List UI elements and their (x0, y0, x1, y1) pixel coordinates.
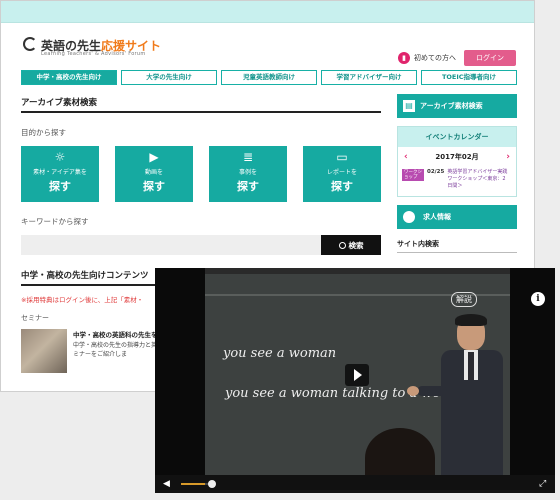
card-text: レポートを (326, 169, 357, 176)
first-time-link[interactable]: ▮ 初めての方へ (398, 52, 456, 64)
tab-junior-high-teachers[interactable]: 中学・高校の先生向け (21, 70, 117, 85)
search-icon (338, 241, 346, 249)
top-bar (1, 1, 534, 23)
purpose-label: 目的から探す (21, 128, 66, 137)
main-nav: 中学・高校の先生向け 大学の先生向け 児童英語教師向け 学習アドバイザー向け T… (21, 70, 517, 85)
play-icon[interactable] (345, 364, 369, 386)
info-button[interactable]: i (531, 292, 545, 306)
card-big: 探す (49, 180, 71, 193)
prev-month-button[interactable]: ‹ (404, 152, 408, 162)
volume-knob[interactable] (208, 480, 216, 488)
sidebar: ▤ アーカイブ素材検索 イベントカレンダー ‹ 2017年02月 › ワークショ… (397, 94, 517, 253)
calendar-month: 2017年02月 (435, 153, 479, 161)
commentary-badge: 解説 (451, 292, 477, 307)
volume-fill (181, 483, 206, 485)
person-icon (403, 211, 415, 223)
tab-toeic-instructors[interactable]: TOEIC指導者向け (421, 70, 517, 85)
event-tag: ワークショップ (402, 169, 424, 181)
logo-mark-icon (23, 37, 37, 51)
card-big: 探す (237, 180, 259, 193)
first-time-label: 初めての方へ (414, 54, 456, 62)
book-open-icon: ▭ (336, 150, 348, 164)
video-icon: ▶ (149, 150, 159, 164)
card-big: 探す (331, 180, 353, 193)
card-text: 素材・アイデア集を (33, 169, 87, 176)
book-icon: ▮ (398, 52, 410, 64)
event-date: 02/25 (427, 169, 445, 175)
sidebar-archive-search[interactable]: ▤ アーカイブ素材検索 (397, 94, 517, 118)
header-actions: ▮ 初めての方へ ログイン (398, 50, 516, 66)
video-controls: ◀ ⤢ (155, 475, 555, 493)
keyword-label: キーワードから探す (21, 217, 89, 226)
site-search-label: サイト内検索 (397, 239, 517, 253)
document-icon: ≣ (242, 150, 254, 164)
event-description: 英語学習アドバイザー実践ワークショップ＜東京：2日間＞ (447, 169, 508, 189)
search-button[interactable]: 検索 (321, 235, 381, 255)
volume-icon[interactable]: ◀ (163, 479, 173, 489)
recruit-button[interactable]: 求人情報 (397, 205, 517, 229)
card-text: 動画を (144, 169, 163, 176)
tab-university-teachers[interactable]: 大学の先生向け (121, 70, 217, 85)
chalk-line-1: you see a woman (223, 346, 337, 361)
teacher-figure (407, 314, 507, 475)
seminar-thumbnail (21, 329, 67, 373)
logo-subtitle: Learning Teachers' & Advisors' Forum (41, 51, 146, 57)
event-calendar: イベントカレンダー ‹ 2017年02月 › ワークショップ 02/25 英語学… (397, 126, 517, 197)
calendar-event[interactable]: ワークショップ 02/25 英語学習アドバイザー実践ワークショップ＜東京：2日間… (398, 167, 516, 196)
video-frame: 解説 you see a woman you see a woman talki… (205, 268, 510, 475)
video-search-card[interactable]: ▶ 動画を 探す (115, 146, 193, 202)
tab-learning-advisors[interactable]: 学習アドバイザー向け (321, 70, 417, 85)
keyword-search-input[interactable] (21, 235, 321, 255)
case-search-card[interactable]: ≣ 事例を 探す (209, 146, 287, 202)
lightbulb-icon: ☼ (54, 150, 66, 164)
tab-children-teachers[interactable]: 児童英語教師向け (221, 70, 317, 85)
search-cards: ☼ 素材・アイデア集を 探す ▶ 動画を 探す ≣ 事例を 探す ▭ レポートを… (21, 146, 381, 202)
recruit-label: 求人情報 (423, 213, 451, 221)
archive-search-title: アーカイブ素材検索 (21, 93, 381, 113)
search-button-label: 検索 (348, 240, 364, 250)
materials-search-card[interactable]: ☼ 素材・アイデア集を 探す (21, 146, 99, 202)
calendar-title: イベントカレンダー (398, 127, 516, 147)
search-doc-icon: ▤ (403, 100, 415, 112)
keyword-search: 検索 (21, 235, 381, 255)
report-search-card[interactable]: ▭ レポートを 探す (303, 146, 381, 202)
fullscreen-icon[interactable]: ⤢ (539, 479, 549, 489)
next-month-button[interactable]: › (506, 152, 510, 162)
login-button[interactable]: ログイン (464, 50, 516, 66)
card-text: 事例を (238, 169, 257, 176)
sidebar-archive-label: アーカイブ素材検索 (420, 102, 483, 110)
card-big: 探す (143, 180, 165, 193)
video-player[interactable]: 解説 you see a woman you see a woman talki… (155, 268, 555, 493)
